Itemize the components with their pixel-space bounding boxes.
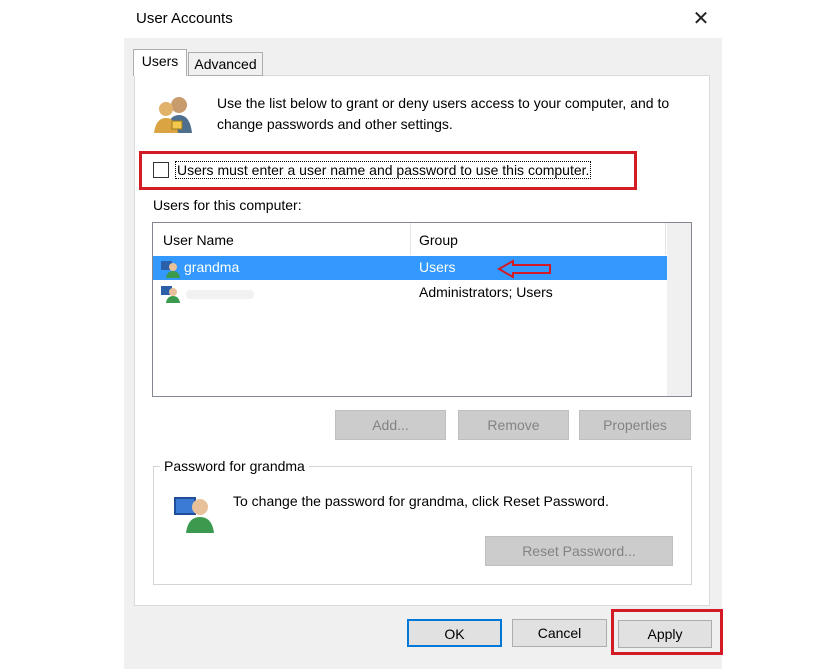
red-arrow-icon	[497, 259, 551, 279]
highlight-box-checkbox	[139, 151, 637, 190]
column-header-group[interactable]: Group	[412, 223, 666, 255]
intro-text: Use the list below to grant or deny user…	[217, 95, 670, 132]
users-list-label: Users for this computer:	[153, 197, 302, 213]
password-info-text: To change the password for grandma, clic…	[233, 493, 609, 509]
column-header-username[interactable]: User Name	[153, 223, 411, 255]
password-group-legend: Password for grandma	[160, 458, 309, 474]
user-icon	[161, 286, 180, 303]
window-title: User Accounts	[136, 10, 233, 27]
cancel-button[interactable]: Cancel	[512, 619, 607, 647]
user-name: grandma	[184, 259, 240, 275]
remove-button[interactable]: Remove	[458, 410, 569, 440]
redacted-username	[186, 290, 254, 299]
tab-advanced[interactable]: Advanced	[188, 52, 263, 76]
highlight-box-apply	[611, 609, 723, 655]
add-button[interactable]: Add...	[335, 410, 446, 440]
reset-password-button[interactable]: Reset Password...	[485, 536, 673, 566]
user-group: Users	[419, 259, 456, 275]
users-icon	[154, 97, 192, 133]
listview-scrollbar[interactable]	[667, 223, 691, 396]
tab-users[interactable]: Users	[133, 49, 187, 76]
properties-button[interactable]: Properties	[579, 410, 691, 440]
close-icon[interactable]: ✕	[688, 6, 714, 32]
user-icon	[161, 261, 180, 278]
user-row-grandma[interactable]: grandma Users	[153, 256, 667, 280]
password-groupbox	[153, 466, 692, 585]
user-group: Administrators; Users	[419, 284, 553, 300]
ok-button[interactable]: OK	[407, 619, 502, 647]
user-key-icon	[174, 497, 214, 533]
